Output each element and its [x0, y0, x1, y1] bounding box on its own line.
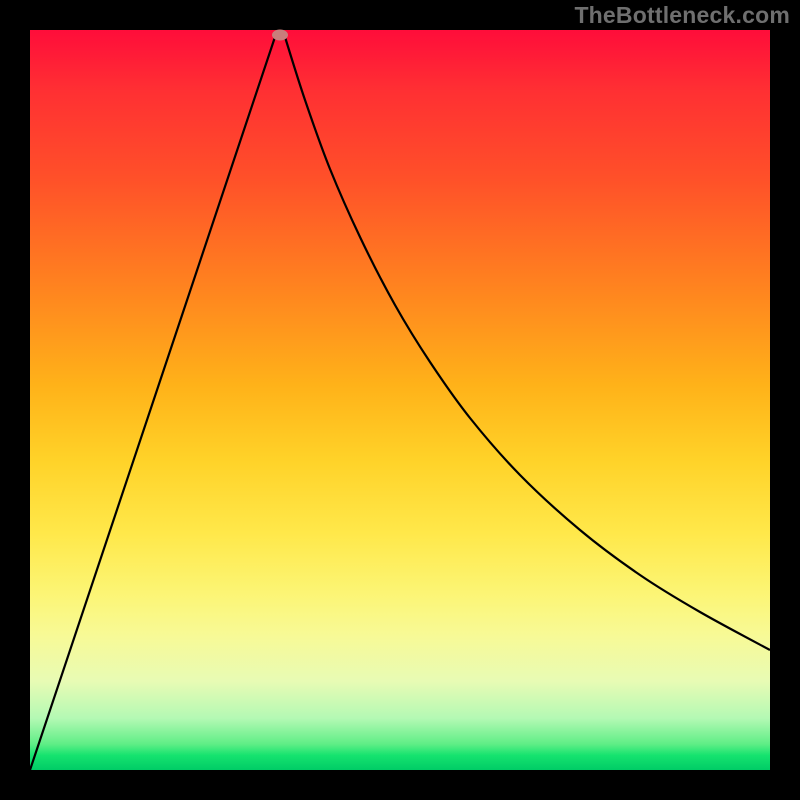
- curve-right-branch: [285, 37, 770, 650]
- curve-left-branch: [30, 37, 275, 770]
- bottleneck-curve: [30, 30, 770, 770]
- chart-stage: TheBottleneck.com: [0, 0, 800, 800]
- optimum-marker: [272, 30, 288, 41]
- watermark-text: TheBottleneck.com: [574, 2, 790, 29]
